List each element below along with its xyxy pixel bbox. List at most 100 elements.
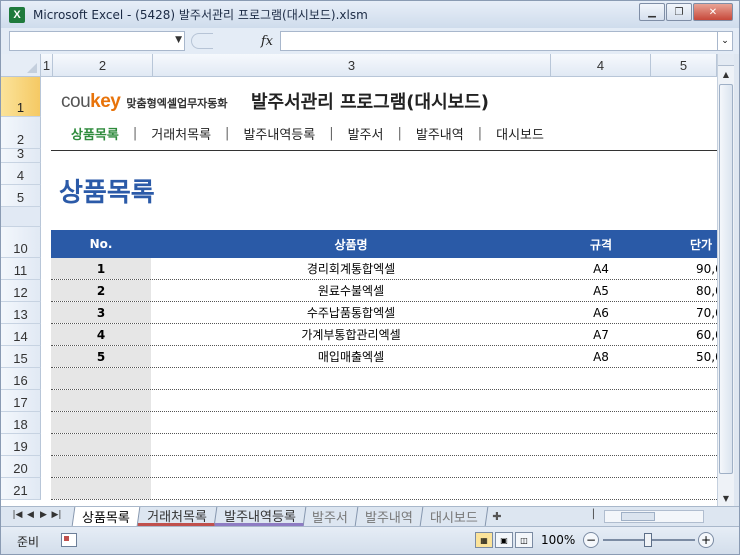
first-sheet-icon[interactable]: |◀ — [11, 510, 24, 520]
table-row-empty[interactable] — [51, 368, 717, 390]
table-row[interactable]: 3 수주납품통합엑셀 A6 70,0 — [51, 302, 717, 324]
nav-item-order-entry[interactable]: 발주내역등록 — [229, 124, 329, 143]
row-header-20[interactable]: 20 — [1, 456, 41, 478]
zoom-slider-thumb[interactable] — [644, 533, 652, 547]
cell-no[interactable]: 3 — [51, 302, 151, 323]
nav-item-order-history[interactable]: 발주내역 — [402, 124, 478, 143]
zoom-level[interactable]: 100% — [541, 533, 575, 547]
row-header-13[interactable]: 13 — [1, 302, 41, 324]
horizontal-scroll-thumb[interactable] — [621, 512, 655, 521]
macro-record-icon[interactable] — [61, 533, 77, 547]
cell-price[interactable]: 90,0 — [696, 258, 717, 279]
sheet-tab-products[interactable]: 상품목록 — [71, 507, 141, 526]
cell-price[interactable]: 50,0 — [696, 346, 717, 367]
table-row-empty[interactable] — [51, 456, 717, 478]
table-row[interactable]: 2 원료수불엑셀 A5 80,0 — [51, 280, 717, 302]
row-header-12[interactable]: 12 — [1, 280, 41, 302]
page-layout-view-button[interactable]: ▣ — [495, 532, 513, 548]
nav-item-purchase-order[interactable]: 발주서 — [334, 124, 398, 143]
table-row[interactable]: 1 경리회계통합엑셀 A4 90,0 — [51, 258, 717, 280]
insert-sheet-icon[interactable]: ✚ — [487, 507, 507, 526]
table-row[interactable]: 4 가계부통합관리엑셀 A7 60,0 — [51, 324, 717, 346]
insert-function-icon[interactable]: fx — [261, 34, 273, 49]
column-header-5[interactable]: 5 — [651, 54, 717, 77]
formula-bar-handle[interactable] — [191, 33, 213, 49]
cell-no[interactable]: 1 — [51, 258, 151, 279]
excel-app-icon[interactable]: X — [9, 6, 25, 23]
cell-no[interactable]: 4 — [51, 324, 151, 345]
split-handle[interactable] — [718, 54, 734, 66]
row-header-16[interactable]: 16 — [1, 368, 41, 390]
column-header-1[interactable]: 1 — [41, 54, 53, 77]
cell-spec[interactable]: A8 — [551, 346, 651, 367]
normal-view-button[interactable]: ▦ — [475, 532, 493, 548]
row-header-18[interactable]: 18 — [1, 412, 41, 434]
sheet-tab-dashboard[interactable]: 대시보드 — [420, 507, 489, 526]
vertical-scroll-thumb[interactable] — [719, 84, 733, 474]
expand-formula-bar-button[interactable]: ⌄ — [717, 31, 733, 51]
zoom-in-button[interactable]: + — [698, 532, 714, 548]
cell-product-name[interactable]: 원료수불엑셀 — [151, 280, 551, 301]
table-row-empty[interactable] — [51, 434, 717, 456]
row-header-2[interactable]: 2 — [1, 117, 41, 149]
name-box[interactable]: ▼ — [9, 31, 185, 51]
cell-no[interactable]: 2 — [51, 280, 151, 301]
row-header-11[interactable]: 11 — [1, 258, 41, 280]
select-all-corner[interactable] — [1, 54, 41, 77]
horizontal-scrollbar[interactable] — [604, 510, 704, 523]
cell-product-name[interactable]: 매입매출엑셀 — [151, 346, 551, 367]
scroll-down-arrow-icon[interactable]: ▼ — [718, 490, 734, 506]
column-header-2[interactable]: 2 — [53, 54, 153, 77]
row-header-10[interactable]: 10 — [1, 227, 41, 258]
last-sheet-icon[interactable]: ▶| — [50, 510, 63, 520]
nav-item-clients[interactable]: 거래처목록 — [137, 124, 225, 143]
cell-product-name[interactable]: 가계부통합관리엑셀 — [151, 324, 551, 345]
table-row-empty[interactable] — [51, 412, 717, 434]
vertical-scrollbar[interactable]: ▲ ▼ — [717, 54, 734, 506]
scroll-up-arrow-icon[interactable]: ▲ — [718, 66, 734, 82]
cell-product-name[interactable]: 경리회계통합엑셀 — [151, 258, 551, 279]
zoom-out-button[interactable]: − — [583, 532, 599, 548]
cell-price[interactable]: 80,0 — [696, 280, 717, 301]
cell-price[interactable]: 60,0 — [696, 324, 717, 345]
row-header-14[interactable]: 14 — [1, 324, 41, 346]
cell-price[interactable]: 70,0 — [696, 302, 717, 323]
cell-spec[interactable]: A4 — [551, 258, 651, 279]
table-row[interactable]: 5 매입매출엑셀 A8 50,0 — [51, 346, 717, 368]
restore-button[interactable]: ❐ — [666, 3, 692, 21]
th-product-name[interactable]: 상품명 — [151, 230, 551, 258]
sheet-tab-clients[interactable]: 거래처목록 — [137, 507, 217, 526]
row-header-17[interactable]: 17 — [1, 390, 41, 412]
worksheet-grid[interactable]: 1 2 3 4 5 1 2 3 4 5 10 11 12 13 14 15 16… — [1, 54, 717, 506]
column-header-4[interactable]: 4 — [551, 54, 651, 77]
table-row-empty[interactable] — [51, 478, 717, 500]
nav-item-dashboard[interactable]: 대시보드 — [482, 124, 558, 143]
prev-sheet-icon[interactable]: ◀ — [24, 510, 37, 520]
row-header-21[interactable]: 21 — [1, 478, 41, 500]
row-header-1[interactable]: 1 — [1, 77, 41, 117]
formula-input[interactable] — [280, 31, 718, 51]
row-header-5[interactable]: 5 — [1, 185, 41, 207]
cell-spec[interactable]: A7 — [551, 324, 651, 345]
sheet-tab-purchase-order[interactable]: 발주서 — [303, 507, 359, 526]
th-price[interactable]: 단가 — [651, 230, 717, 258]
next-sheet-icon[interactable]: ▶ — [37, 510, 50, 520]
minimize-button[interactable]: ▁ — [639, 3, 665, 21]
th-spec[interactable]: 규격 — [551, 230, 651, 258]
tab-split-handle[interactable]: ▏ — [593, 510, 600, 520]
column-header-3[interactable]: 3 — [153, 54, 551, 77]
page-break-view-button[interactable]: ◫ — [515, 532, 533, 548]
row-header-3[interactable]: 3 — [1, 146, 41, 163]
nav-item-products[interactable]: 상품목록 — [57, 124, 133, 143]
chevron-down-icon[interactable]: ▼ — [175, 35, 182, 45]
row-header-hidden[interactable] — [1, 207, 41, 227]
row-header-19[interactable]: 19 — [1, 434, 41, 456]
sheet-tab-order-history[interactable]: 발주내역 — [355, 507, 424, 526]
row-header-4[interactable]: 4 — [1, 163, 41, 185]
close-button[interactable]: ✕ — [693, 3, 733, 21]
cell-product-name[interactable]: 수주납품통합엑셀 — [151, 302, 551, 323]
cell-spec[interactable]: A6 — [551, 302, 651, 323]
cell-no[interactable]: 5 — [51, 346, 151, 367]
sheet-tab-order-entry[interactable]: 발주내역등록 — [214, 507, 306, 526]
th-no[interactable]: No. — [51, 230, 151, 258]
